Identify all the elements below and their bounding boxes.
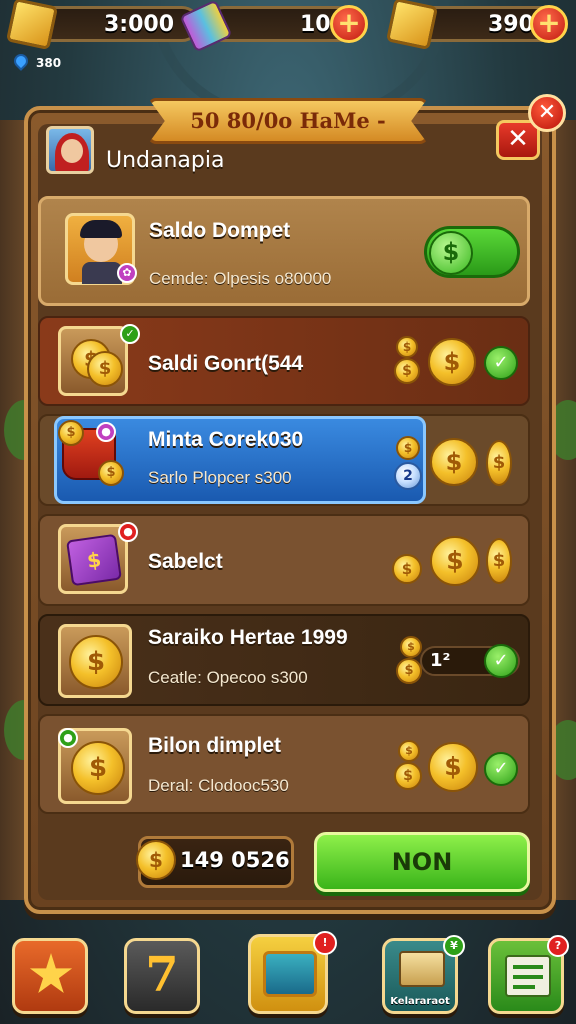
add-gems-button[interactable]: + bbox=[530, 5, 568, 43]
row-title: Sabelct bbox=[148, 550, 223, 573]
row-title: Bilon dimplet bbox=[148, 734, 281, 757]
row-subtitle: Ceatle: Opecoo s300 bbox=[148, 668, 308, 687]
gold-gem-icon bbox=[385, 0, 439, 51]
row-badge: ● bbox=[96, 422, 116, 442]
seven-icon: 7 bbox=[145, 947, 179, 1003]
amount-text: 1² bbox=[430, 650, 451, 671]
nav-ledger[interactable]: ? bbox=[488, 935, 569, 1014]
row-title: Saldi Gonrt(544 bbox=[148, 352, 304, 375]
coin-icon: $ bbox=[396, 436, 420, 460]
total-balance-value: 149 0526 bbox=[180, 848, 290, 872]
row-badge: ● bbox=[118, 522, 138, 542]
coin-icon: $ bbox=[428, 742, 478, 792]
coin-icon: $ bbox=[394, 358, 420, 384]
nav-building[interactable]: ¥ Kelararaot bbox=[382, 935, 465, 1014]
coin-icon: $ bbox=[400, 636, 422, 658]
add-energy-button[interactable]: + bbox=[330, 5, 368, 43]
notification-badge: ? bbox=[547, 935, 569, 957]
row-subtitle: Deral: Clodooc530 bbox=[148, 776, 289, 795]
notification-badge: ¥ bbox=[443, 935, 465, 957]
energy-value: 10 bbox=[300, 12, 331, 37]
row-badge: ● bbox=[58, 728, 78, 748]
check-icon[interactable]: ✓ bbox=[484, 346, 518, 380]
row-title: Saraiko Hertae 1999 bbox=[148, 626, 348, 649]
coin-stack-large-row[interactable]: $ Saraiko Hertae 1999 Ceatle: Opecoo s30… bbox=[38, 614, 530, 706]
coin-icon: $ bbox=[136, 840, 176, 880]
location-text: 380 bbox=[36, 56, 62, 70]
avatar[interactable] bbox=[46, 126, 94, 174]
dollar-icon: $ bbox=[429, 231, 473, 275]
check-icon[interactable]: ✓ bbox=[484, 752, 518, 786]
coins-value: 3:000 bbox=[104, 12, 175, 37]
coin-icon: $ bbox=[396, 658, 422, 684]
close-icon[interactable]: ✕ bbox=[528, 94, 566, 132]
nav-building-label: Kelararaot bbox=[390, 996, 450, 1007]
coin-icon: $ bbox=[398, 740, 420, 762]
coin-icon: $ bbox=[486, 440, 512, 486]
row-subtitle: Sarlo Plopcer s300 bbox=[148, 468, 292, 487]
coin-icon: $ bbox=[396, 336, 418, 358]
check-icon[interactable]: ✓ bbox=[484, 644, 518, 678]
bonus-wallet-row[interactable]: $ ● Bilon dimplet Deral: Clodooc530 $ $ … bbox=[38, 714, 530, 814]
row-subtitle: Cemde: Olpesis o80000 bbox=[149, 269, 332, 288]
row-title: Minta Corek030 bbox=[148, 428, 304, 451]
coin-icon: $ bbox=[428, 338, 476, 386]
building-icon bbox=[399, 951, 445, 987]
top-resource-bar: 3:000 10 + 390 + 380 bbox=[0, 0, 576, 80]
treasure-chest-icon bbox=[263, 951, 317, 997]
coin-stack-icon: $ $ bbox=[58, 326, 128, 396]
nav-treasure[interactable]: ! bbox=[248, 931, 337, 1014]
coin-icon: 2 bbox=[394, 462, 422, 490]
user-header: Undanapia bbox=[38, 118, 488, 184]
gold-bar-icon bbox=[5, 0, 59, 51]
gift-box-row[interactable]: $ ● Sabelct $ $ $ bbox=[38, 514, 530, 606]
coin-icon: $ bbox=[430, 536, 480, 586]
coin-icon: $ bbox=[394, 762, 422, 790]
coin-stack-row[interactable]: $ $ ✓ Saldi Gonrt(544 $ $ $ ✓ bbox=[38, 316, 530, 406]
gems-value: 390 bbox=[488, 12, 534, 37]
star-icon bbox=[29, 953, 73, 994]
wallet-toggle[interactable]: $ bbox=[424, 226, 520, 278]
user-name: Undanapia bbox=[106, 148, 225, 173]
coin-icon: $ bbox=[392, 554, 422, 584]
confirm-button[interactable]: NON bbox=[314, 832, 530, 892]
nav-favorites[interactable] bbox=[12, 938, 88, 1014]
nav-lucky[interactable]: 7 bbox=[124, 938, 200, 1014]
row-title: Saldo Dompet bbox=[149, 219, 291, 242]
coin-pile-icon: $ bbox=[58, 624, 132, 698]
settings-badge-icon: ✿ bbox=[117, 263, 137, 283]
coin-icon: $ bbox=[486, 538, 512, 584]
row-badge: ✓ bbox=[120, 324, 140, 344]
mint-coin-row[interactable]: $ $ ● Minta Corek030 Sarlo Plopcer s300 … bbox=[38, 414, 530, 506]
notification-badge: ! bbox=[313, 931, 337, 955]
ledger-icon bbox=[505, 955, 551, 997]
coin-icon: $ bbox=[430, 438, 478, 486]
location-pin-icon bbox=[11, 51, 31, 71]
